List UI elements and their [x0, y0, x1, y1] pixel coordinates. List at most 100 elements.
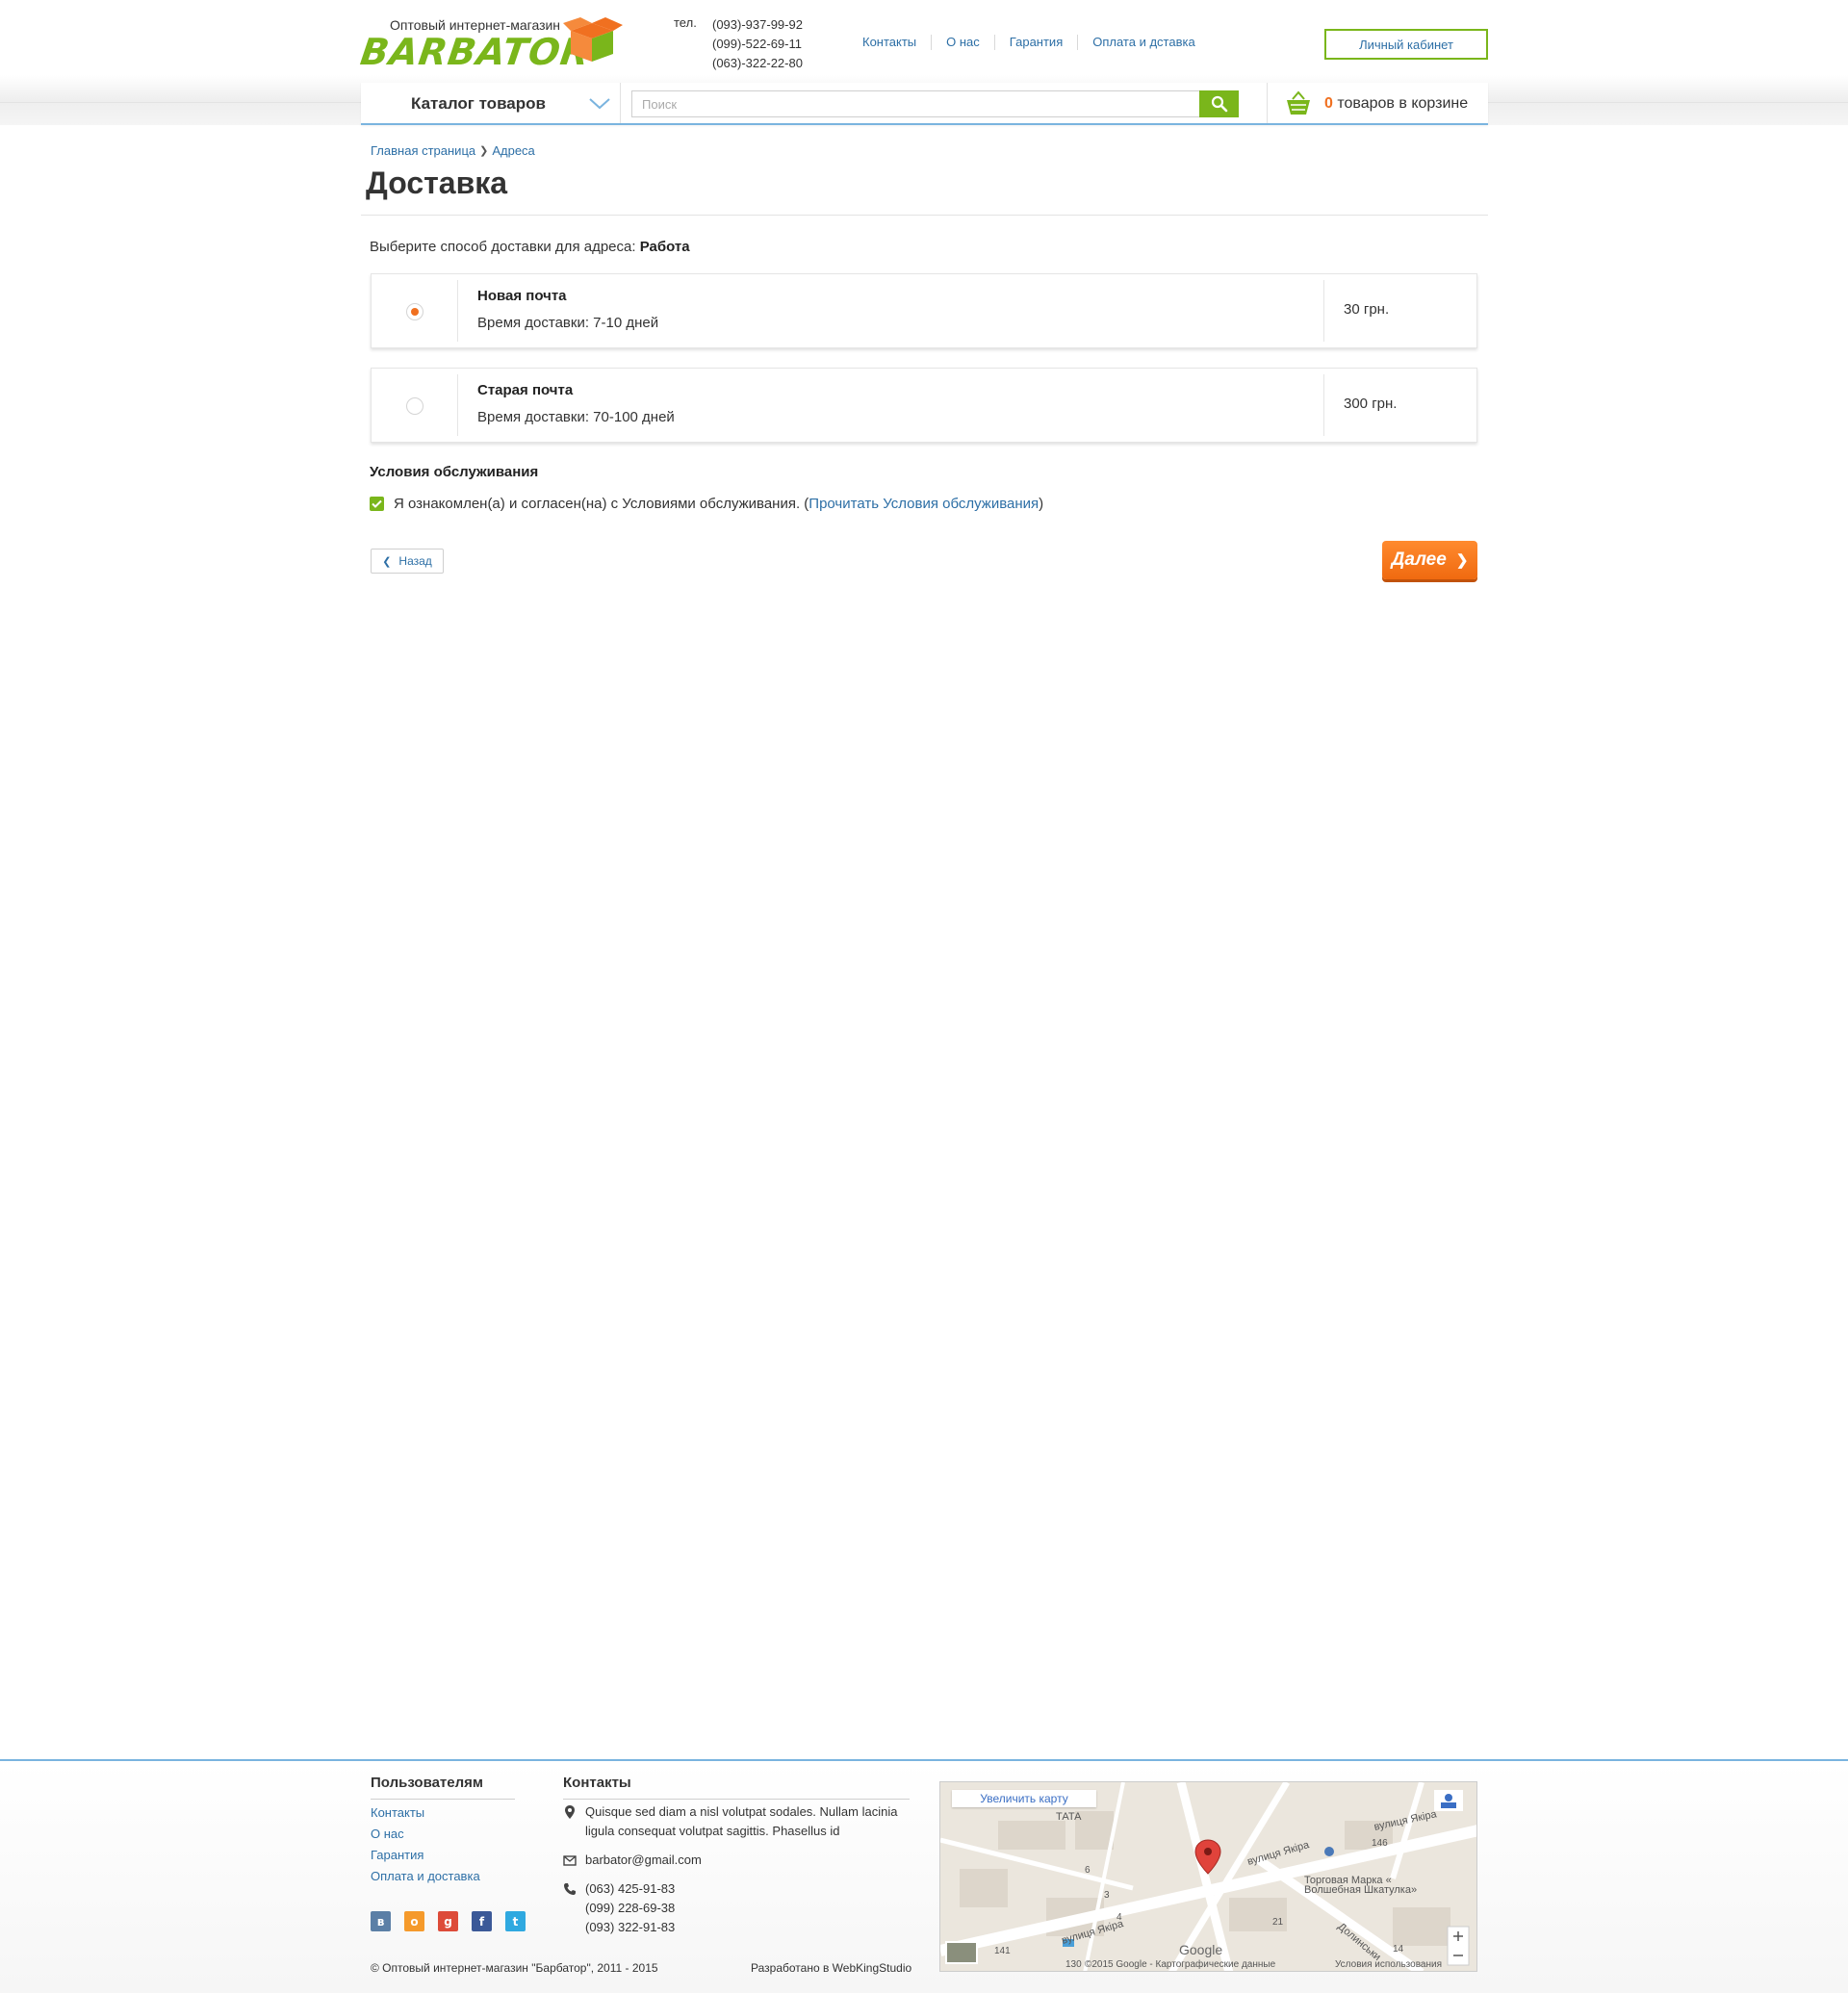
contact-email-row: barbator@gmail.com	[563, 1851, 910, 1870]
location-pin-icon	[565, 1805, 575, 1819]
chevron-right-icon: ❯	[1455, 552, 1469, 569]
shipping-time: Время доставки: 7-10 дней	[477, 315, 659, 331]
search-icon	[1211, 95, 1227, 113]
enlarge-map-button[interactable]: Увеличить карту	[952, 1790, 1096, 1807]
terms-title: Условия обслуживания	[370, 464, 539, 480]
map-label: 146	[1372, 1838, 1388, 1849]
search-button[interactable]	[1199, 90, 1239, 117]
search-input[interactable]	[632, 91, 1198, 116]
footer-link-payment-delivery[interactable]: Оплата и доставка	[371, 1866, 480, 1887]
personal-account-button[interactable]: Личный кабинет	[1324, 29, 1488, 60]
terms-close: )	[1039, 496, 1044, 512]
twitter-icon[interactable]: t	[505, 1911, 526, 1931]
breadcrumb: Главная страница ❯ Адреса	[371, 143, 535, 158]
map-label: 21	[1272, 1917, 1284, 1928]
footer-link-about[interactable]: О нас	[371, 1824, 480, 1845]
chevron-right-icon: ❯	[479, 145, 489, 157]
breadcrumb-addresses[interactable]: Адреса	[492, 143, 534, 158]
shipping-name: Старая почта	[477, 382, 574, 398]
phone-number: (093)-937-99-92	[712, 17, 803, 32]
footer	[0, 1759, 1848, 1993]
terms-agreement: Я ознакомлен(а) и согласен(на) с Условия…	[370, 496, 1043, 512]
nav-about[interactable]: О нас	[932, 35, 995, 50]
map-label: 14	[1393, 1944, 1404, 1955]
choose-delivery-text: Выберите способ доставки для адреса: Раб…	[370, 239, 690, 255]
catalog-dropdown[interactable]: Каталог товаров	[361, 83, 621, 123]
chevron-left-icon: ❮	[382, 555, 392, 568]
top-navigation: Контакты О нас Гарантия Оплата и дставка	[862, 35, 1210, 50]
breadcrumb-home[interactable]: Главная страница	[371, 143, 475, 158]
terms-checkbox[interactable]	[370, 497, 384, 511]
map[interactable]: Увеличить карту ТАТА вулиця Якіра вулиця…	[939, 1781, 1477, 1972]
social-links: в о g f t	[371, 1911, 539, 1931]
shipping-radio[interactable]	[406, 303, 424, 320]
contact-email: barbator@gmail.com	[585, 1852, 702, 1867]
cart-count: 0	[1324, 95, 1333, 112]
footer-contacts: Quisque sed diam a nisl volutpat sodales…	[563, 1802, 910, 1937]
choose-prefix: Выберите способ доставки для адреса:	[370, 239, 636, 255]
odnoklassniki-icon[interactable]: о	[404, 1911, 424, 1931]
map-label: 130	[1065, 1959, 1082, 1970]
shipping-option[interactable]: Старая почта Время доставки: 70-100 дней…	[371, 368, 1477, 443]
map-terms-link[interactable]: Условия использования	[1335, 1959, 1442, 1970]
footer-users-title: Пользователям	[371, 1775, 483, 1791]
footer-link-contacts[interactable]: Контакты	[371, 1802, 480, 1824]
contact-phones-row: (063) 425-91-83 (099) 228-69-38 (093) 32…	[563, 1879, 910, 1937]
page-title: Доставка	[366, 166, 508, 200]
nav-payment-delivery[interactable]: Оплата и дставка	[1078, 35, 1209, 50]
map-label: 3	[1104, 1890, 1110, 1901]
price-divider	[1323, 374, 1324, 436]
logo[interactable]: Оптовый интернет-магазин BARBATOR	[358, 15, 623, 73]
shipping-name: Новая почта	[477, 288, 567, 304]
shipping-radio[interactable]	[406, 397, 424, 415]
map-label: ТАТА	[1056, 1811, 1082, 1823]
facebook-icon[interactable]: f	[472, 1911, 492, 1931]
next-button[interactable]: Далее ❯	[1382, 541, 1477, 579]
map-label: 4	[1116, 1912, 1122, 1923]
contact-phone: (063) 425-91-83	[585, 1881, 676, 1896]
contact-phone: (093) 322-91-83	[585, 1920, 676, 1934]
terms-link[interactable]: Прочитать Условия обслуживания	[808, 496, 1039, 512]
map-label: 141	[994, 1946, 1011, 1956]
google-plus-icon[interactable]: g	[438, 1911, 458, 1931]
shipping-price: 30 грн.	[1344, 301, 1390, 318]
price-divider	[1323, 280, 1324, 342]
contact-address-row: Quisque sed diam a nisl volutpat sodales…	[563, 1802, 910, 1841]
next-label: Далее	[1391, 549, 1447, 570]
checkmark-icon	[372, 499, 382, 508]
back-label: Назад	[398, 554, 432, 568]
vk-icon[interactable]: в	[371, 1911, 391, 1931]
phone-icon	[564, 1883, 576, 1895]
toolbar: Каталог товаров 0 товаров в корзине	[361, 83, 1488, 125]
cart-label: товаров в корзине	[1337, 95, 1469, 112]
google-logo: Google	[1179, 1942, 1223, 1957]
map-label: Волшебная Шкатулка»	[1304, 1884, 1418, 1896]
shipping-option[interactable]: Новая почта Время доставки: 7-10 дней 30…	[371, 273, 1477, 348]
box-logo-icon	[563, 17, 623, 62]
back-button[interactable]: ❮ Назад	[371, 549, 444, 574]
cart[interactable]: 0 товаров в корзине	[1267, 83, 1488, 123]
nav-warranty[interactable]: Гарантия	[995, 35, 1079, 50]
radio-cell	[372, 280, 458, 342]
footer-divider	[371, 1799, 515, 1800]
title-divider	[361, 215, 1488, 216]
map-copyright: ©2015 Google - Картографические данные	[1085, 1959, 1276, 1970]
map-label: 6	[1085, 1865, 1091, 1876]
logo-wordmark: BARBATOR	[357, 31, 593, 73]
contact-phone: (099) 228-69-38	[585, 1901, 676, 1915]
envelope-icon	[563, 1855, 577, 1866]
nav-contacts[interactable]: Контакты	[862, 35, 933, 50]
copyright: © Оптовый интернет-магазин "Барбатор", 2…	[371, 1961, 658, 1975]
footer-divider	[563, 1799, 910, 1800]
phone-number: (099)-522-69-11	[712, 37, 802, 51]
shipping-price: 300 грн.	[1344, 396, 1398, 412]
selected-address: Работа	[639, 239, 690, 255]
developer-credit[interactable]: Разработано в WebKingStudio	[751, 1961, 911, 1975]
footer-link-warranty[interactable]: Гарантия	[371, 1845, 480, 1866]
chevron-down-icon	[589, 98, 610, 110]
radio-cell	[372, 374, 458, 436]
contact-address: Quisque sed diam a nisl volutpat sodales…	[585, 1804, 898, 1838]
footer-contacts-title: Контакты	[563, 1775, 631, 1791]
tel-label: тел.	[674, 15, 697, 30]
footer-users-links: Контакты О нас Гарантия Оплата и доставк…	[371, 1802, 480, 1887]
